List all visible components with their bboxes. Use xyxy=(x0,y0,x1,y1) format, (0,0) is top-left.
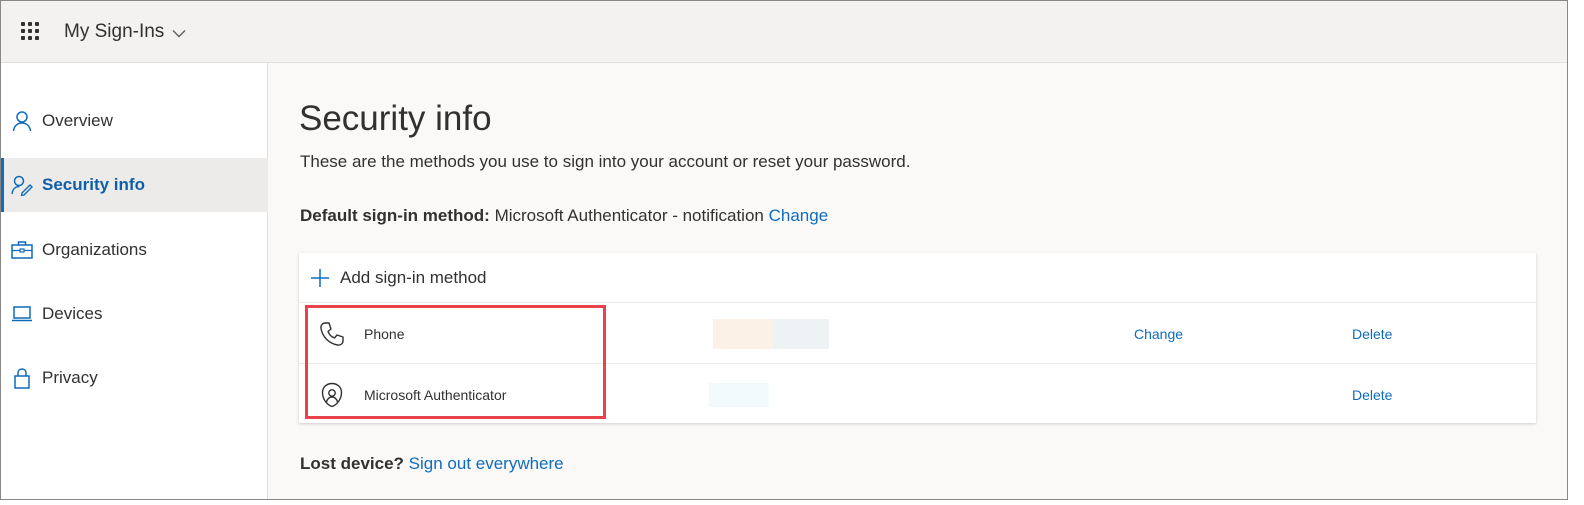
lost-device-label: Lost device? xyxy=(300,454,404,473)
sidebar-item-organizations[interactable]: Organizations xyxy=(1,223,268,277)
sidebar-item-label: Privacy xyxy=(42,368,98,387)
sidebar-item-label: Devices xyxy=(42,304,103,323)
default-method-line: Default sign-in method: Microsoft Authen… xyxy=(300,206,828,226)
default-method-label: Default sign-in method: xyxy=(300,206,490,225)
lost-device-line: Lost device? Sign out everywhere xyxy=(300,454,564,474)
sidebar-item-label: Security info xyxy=(42,175,145,194)
delete-phone-link[interactable]: Delete xyxy=(1352,326,1392,342)
method-row-authenticator: Microsoft Authenticator Delete xyxy=(299,365,1536,425)
method-value-redacted xyxy=(713,318,829,349)
sidebar-item-label: Organizations xyxy=(42,240,147,259)
method-value-redacted xyxy=(709,383,769,407)
delete-authenticator-link[interactable]: Delete xyxy=(1352,387,1392,403)
page-subtitle: These are the methods you use to sign in… xyxy=(300,152,911,171)
plus-icon xyxy=(310,268,330,288)
top-bar: My Sign-Ins xyxy=(1,1,1567,63)
add-sign-in-method-button[interactable]: Add sign-in method xyxy=(299,253,1536,303)
phone-icon xyxy=(318,320,346,348)
lock-icon xyxy=(11,367,33,389)
sidebar-item-privacy[interactable]: Privacy xyxy=(1,351,268,405)
main-content: Security info These are the methods you … xyxy=(269,63,1567,499)
chevron-down-icon xyxy=(172,22,186,44)
method-row-phone: Phone Change Delete xyxy=(299,304,1536,364)
add-sign-in-method-label: Add sign-in method xyxy=(340,267,487,287)
change-phone-link[interactable]: Change xyxy=(1134,326,1183,342)
sidebar-item-overview[interactable]: Overview xyxy=(1,94,268,148)
briefcase-icon xyxy=(11,239,33,261)
person-icon xyxy=(11,110,33,132)
sidebar-item-devices[interactable]: Devices xyxy=(1,287,268,341)
method-name: Phone xyxy=(364,325,405,342)
methods-card: Add sign-in method Phone Change Delete M… xyxy=(299,253,1536,423)
sidebar-item-label: Overview xyxy=(42,111,113,130)
authenticator-icon xyxy=(318,381,346,409)
app-window: My Sign-Ins Overview Security info Organ… xyxy=(0,0,1568,500)
sign-out-everywhere-link[interactable]: Sign out everywhere xyxy=(409,454,564,473)
sidebar-item-security-info[interactable]: Security info xyxy=(1,158,268,212)
person-key-icon xyxy=(11,174,33,196)
app-title-dropdown[interactable]: My Sign-Ins xyxy=(64,20,186,44)
app-title: My Sign-Ins xyxy=(64,20,165,42)
default-method-value: Microsoft Authenticator - notification xyxy=(494,206,764,225)
page-title: Security info xyxy=(299,99,492,138)
change-default-method-link[interactable]: Change xyxy=(769,206,829,225)
method-name: Microsoft Authenticator xyxy=(364,387,507,403)
waffle-grid-icon[interactable] xyxy=(21,21,41,42)
sidebar: Overview Security info Organizations Dev… xyxy=(1,63,268,499)
laptop-icon xyxy=(11,303,33,325)
